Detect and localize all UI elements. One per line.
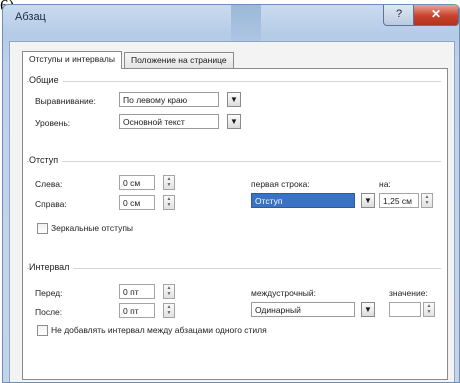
no-space-same-style-checkbox[interactable] xyxy=(37,325,48,336)
right-indent-label: Справа: xyxy=(35,199,67,209)
group-divider xyxy=(27,268,441,269)
spacing-value-input[interactable] xyxy=(389,302,421,317)
title-bar[interactable]: Абзац ? ✕ xyxy=(3,5,459,41)
help-button[interactable]: ? xyxy=(383,5,415,26)
left-indent-input[interactable]: 0 см xyxy=(119,175,155,190)
first-line-by-input[interactable]: 1,25 см xyxy=(379,193,419,208)
tab-label: Отступы и интервалы xyxy=(29,54,115,64)
space-after-spinner[interactable]: ▲ ▼ xyxy=(163,303,175,318)
first-line-combo[interactable]: Отступ xyxy=(251,193,355,208)
spinner-arrows-icon: ▲ ▼ xyxy=(166,285,172,297)
space-before-label: Перед: xyxy=(35,288,63,298)
spacing-value-spinner[interactable]: ▲ ▼ xyxy=(423,302,435,317)
level-label: Уровень: xyxy=(35,118,71,128)
group-divider xyxy=(27,161,441,162)
line-spacing-label: междустрочный: xyxy=(251,288,317,298)
paragraph-dialog: Абзац ? ✕ Отступы и интервалы Положение … xyxy=(2,4,460,383)
tab-line-and-page-breaks[interactable]: Положение на странице xyxy=(124,52,234,68)
chevron-down-icon: ▼ xyxy=(364,305,372,314)
spinner-arrows-icon: ▲ ▼ xyxy=(426,303,432,315)
help-icon: ? xyxy=(395,8,403,20)
chevron-down-icon: ▼ xyxy=(230,95,238,104)
spinner-arrows-icon: ▲ ▼ xyxy=(424,194,430,206)
group-title-general: Общие xyxy=(29,75,63,85)
tab-panel: Общие Выравнивание: По левому краю ▼ Уро… xyxy=(22,68,448,380)
tab-indents-and-spacing[interactable]: Отступы и интервалы xyxy=(22,51,122,69)
group-title-spacing: Интервал xyxy=(29,262,74,272)
title-glass-reflection xyxy=(231,5,261,41)
chevron-down-icon: ▼ xyxy=(230,117,238,126)
space-after-input[interactable]: 0 пт xyxy=(119,303,155,318)
line-spacing-dropdown-button[interactable]: ▼ xyxy=(361,302,375,317)
first-line-by-spinner[interactable]: ▲ ▼ xyxy=(421,193,433,208)
close-icon: ✕ xyxy=(430,7,442,21)
first-line-label: первая строка: xyxy=(251,179,310,189)
window-title: Абзац xyxy=(15,11,46,23)
first-line-dropdown-button[interactable]: ▼ xyxy=(361,193,375,208)
mirror-indents-label: Зеркальные отступы xyxy=(51,223,134,233)
line-spacing-combo[interactable]: Одинарный xyxy=(251,302,355,317)
spinner-arrows-icon: ▲ ▼ xyxy=(166,196,172,208)
spinner-arrows-icon: ▲ ▼ xyxy=(166,304,172,316)
chevron-down-icon: ▼ xyxy=(364,196,372,205)
right-indent-spinner[interactable]: ▲ ▼ xyxy=(163,195,175,210)
no-space-same-style-label: Не добавлять интервал между абзацами одн… xyxy=(51,325,267,335)
alignment-label: Выравнивание: xyxy=(35,96,96,106)
group-divider xyxy=(27,81,441,82)
left-indent-spinner[interactable]: ▲ ▼ xyxy=(163,175,175,190)
dialog-client-area: Отступы и интервалы Положение на страниц… xyxy=(9,41,455,382)
group-title-indent: Отступ xyxy=(29,155,63,165)
level-combo[interactable]: Основной текст xyxy=(119,114,219,129)
spacing-value-label: значение: xyxy=(389,288,428,298)
alignment-combo[interactable]: По левому краю xyxy=(119,92,219,107)
left-indent-label: Слева: xyxy=(35,179,63,189)
level-dropdown-button[interactable]: ▼ xyxy=(227,114,241,129)
spinner-arrows-icon: ▲ ▼ xyxy=(166,176,172,188)
alignment-dropdown-button[interactable]: ▼ xyxy=(227,92,241,107)
mirror-indents-checkbox[interactable] xyxy=(37,223,48,234)
space-before-spinner[interactable]: ▲ ▼ xyxy=(163,284,175,299)
tab-label: Положение на странице xyxy=(131,55,227,65)
space-after-label: После: xyxy=(35,307,63,317)
first-line-by-label: на: xyxy=(379,179,391,189)
space-before-input[interactable]: 0 пт xyxy=(119,284,155,299)
right-indent-input[interactable]: 0 см xyxy=(119,195,155,210)
close-button[interactable]: ✕ xyxy=(413,5,459,26)
